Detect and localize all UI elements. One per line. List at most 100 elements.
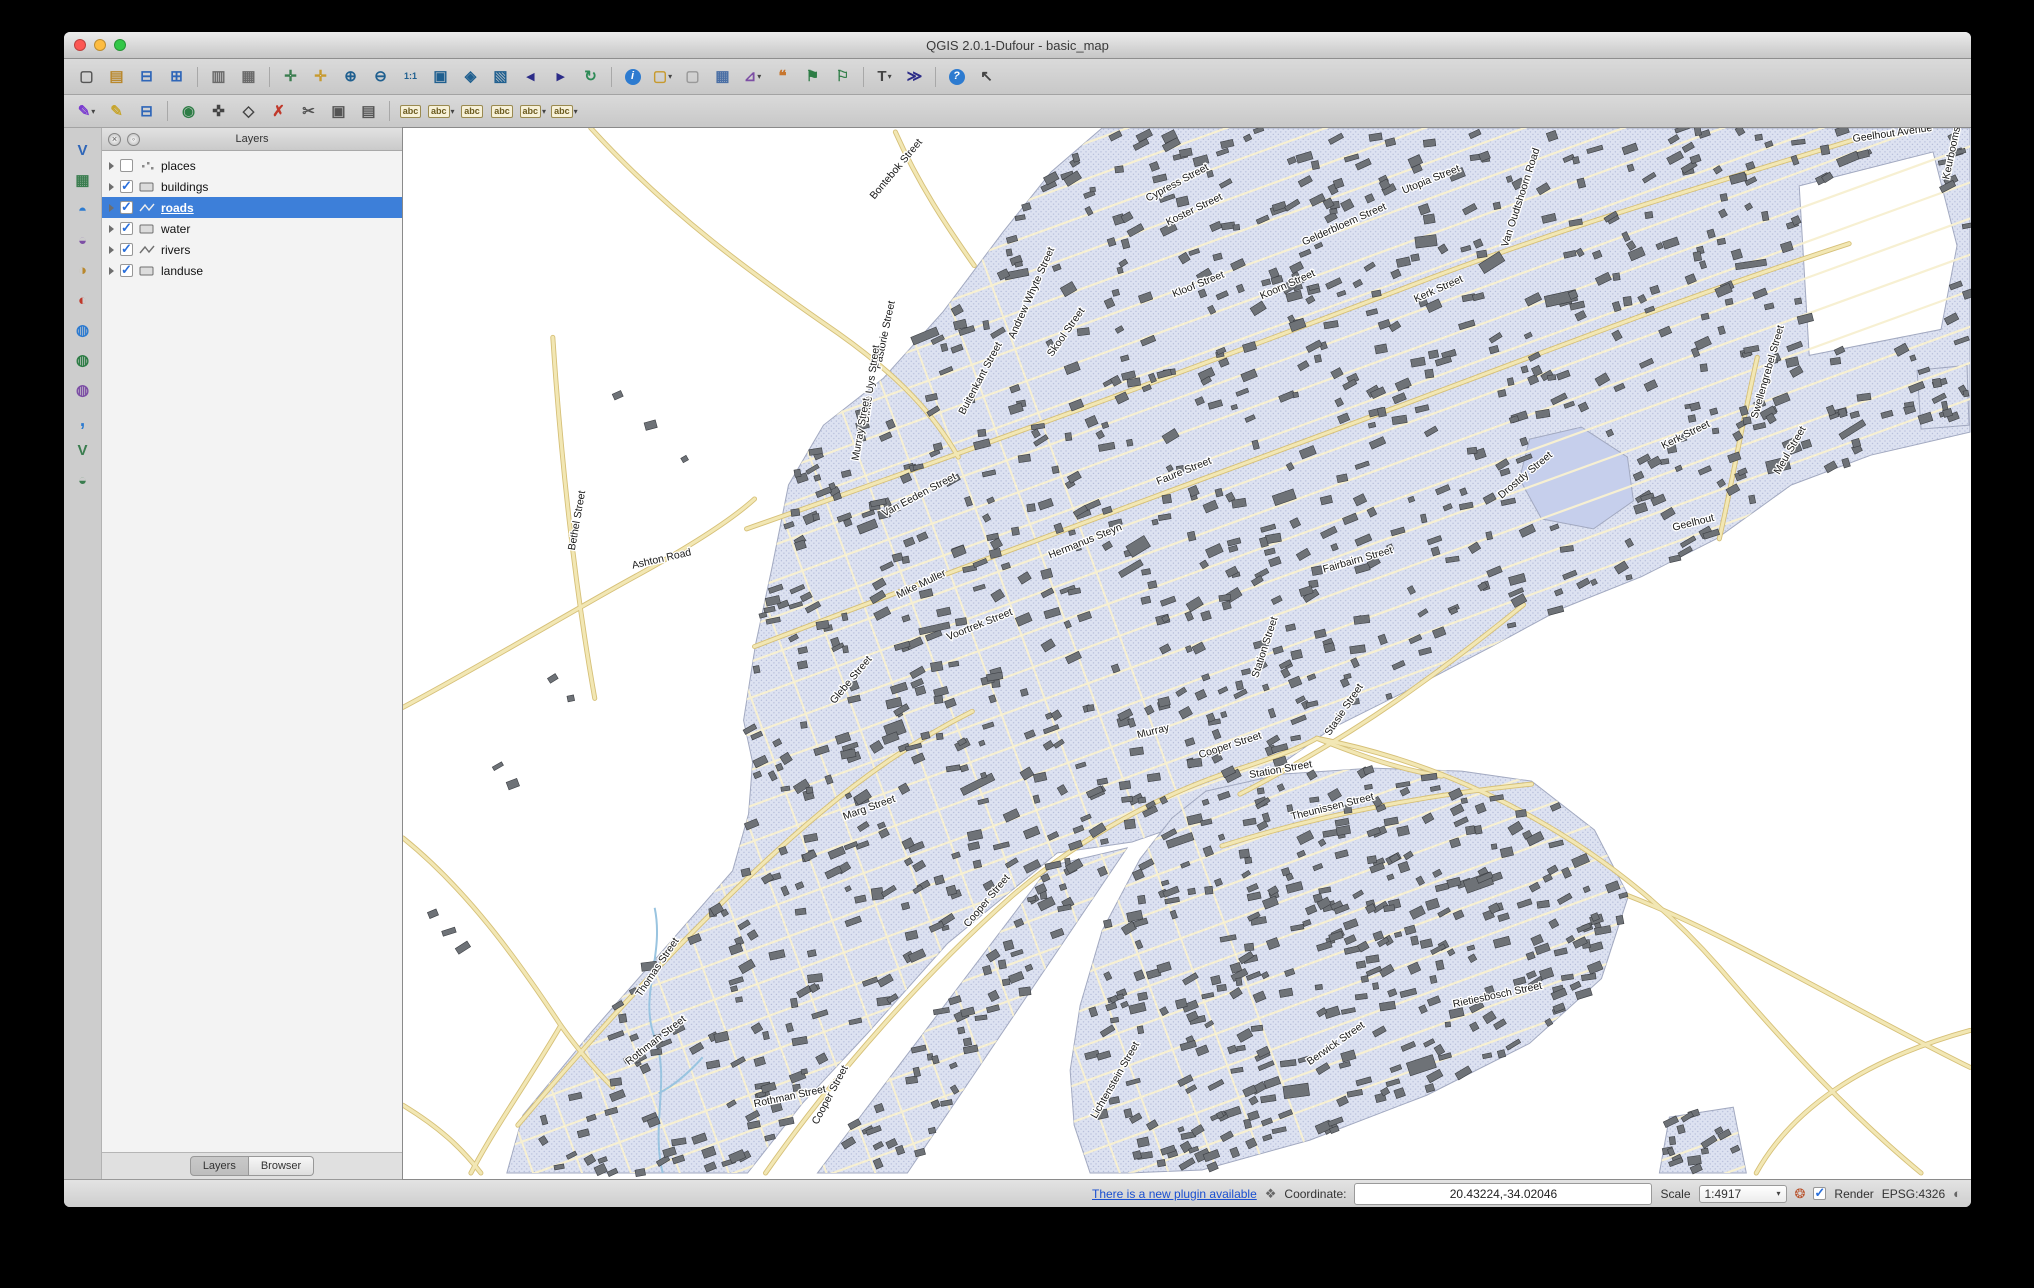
layer-item-buildings[interactable]: buildings: [102, 176, 402, 197]
composer-manager-button[interactable]: ▦: [234, 64, 263, 90]
save-project-as-button[interactable]: ⊞: [162, 64, 191, 90]
layer-labeling-options-button[interactable]: abc: [396, 98, 425, 124]
layer-item-roads[interactable]: roads: [102, 197, 402, 218]
open-attribute-table-button[interactable]: ▦: [708, 64, 737, 90]
zoom-actual-button[interactable]: 1:1: [396, 64, 425, 90]
coordinate-input[interactable]: [1354, 1183, 1652, 1205]
dropdown-caret-icon[interactable]: ▾: [91, 107, 95, 116]
layer-item-landuse[interactable]: landuse: [102, 260, 402, 281]
dropdown-caret-icon[interactable]: ▾: [888, 72, 892, 81]
show-bookmarks-button[interactable]: ⚐: [828, 64, 857, 90]
python-console-button[interactable]: ≫: [900, 64, 929, 90]
help-contents-button[interactable]: ?: [942, 64, 971, 90]
toggle-editing-button[interactable]: ✎: [102, 98, 131, 124]
copy-features-button[interactable]: ▣: [324, 98, 353, 124]
dropdown-caret-icon[interactable]: ▾: [668, 72, 672, 81]
cut-features-button[interactable]: ✂: [294, 98, 323, 124]
layer-item-water[interactable]: water: [102, 218, 402, 239]
label-move-button[interactable]: abc: [488, 98, 517, 124]
layer-visibility-checkbox[interactable]: [120, 264, 133, 277]
tab-layers[interactable]: Layers: [190, 1156, 249, 1176]
expander-icon[interactable]: [109, 162, 114, 170]
pan-map-button[interactable]: ✛: [276, 64, 305, 90]
add-vector-layer-button[interactable]: V: [69, 138, 97, 163]
select-features-button[interactable]: ▢▾: [648, 64, 677, 90]
close-button[interactable]: [74, 39, 86, 51]
layer-visibility-checkbox[interactable]: [120, 180, 133, 193]
save-layer-edits-button[interactable]: ⊟: [132, 98, 161, 124]
measure-line-button[interactable]: ⊿▾: [738, 64, 767, 90]
new-spatialite-layer-button[interactable]: ◒: [69, 468, 97, 493]
layer-item-places[interactable]: places: [102, 155, 402, 176]
expander-icon[interactable]: [109, 225, 114, 233]
zoom-last-button[interactable]: ◂: [516, 64, 545, 90]
float-panel-button[interactable]: ◦: [127, 133, 140, 146]
node-tool-button[interactable]: ◇: [234, 98, 263, 124]
identify-features-button[interactable]: i: [618, 64, 647, 90]
label-change-properties-button[interactable]: abc▾: [549, 98, 580, 124]
zoom-in-button[interactable]: ⊕: [336, 64, 365, 90]
delete-selected-button[interactable]: ✗: [264, 98, 293, 124]
add-wcs-layer-button[interactable]: ◍: [69, 348, 97, 373]
add-spatialite-layer-button[interactable]: ◒: [69, 228, 97, 253]
add-mssql-layer-button[interactable]: ◑: [69, 258, 97, 283]
minimize-button[interactable]: [94, 39, 106, 51]
add-oracle-layer-button[interactable]: ◐: [69, 288, 97, 313]
refresh-map-button[interactable]: ↻: [576, 64, 605, 90]
text-annotation-button[interactable]: T▾: [870, 64, 899, 90]
expander-icon[interactable]: [109, 204, 114, 212]
plugin-icon[interactable]: ❖: [1265, 1186, 1277, 1202]
title-bar[interactable]: QGIS 2.0.1-Dufour - basic_map: [64, 32, 1971, 59]
close-panel-button[interactable]: ×: [108, 133, 121, 146]
label-rotate-button[interactable]: abc▾: [518, 98, 549, 124]
add-raster-layer-button[interactable]: ▦: [69, 168, 97, 193]
whats-this-button[interactable]: ↖: [972, 64, 1001, 90]
dropdown-caret-icon[interactable]: ▾: [757, 72, 761, 81]
layer-visibility-checkbox[interactable]: [120, 243, 133, 256]
scale-combo[interactable]: 1:4917 ▾: [1699, 1185, 1787, 1203]
open-project-button[interactable]: ▤: [102, 64, 131, 90]
pan-to-selection-button[interactable]: ✛: [306, 64, 335, 90]
layer-visibility-checkbox[interactable]: [120, 222, 133, 235]
crs-status-icon[interactable]: ◐: [1953, 1186, 1961, 1201]
paste-features-button[interactable]: ▤: [354, 98, 383, 124]
zoom-to-selection-button[interactable]: ◈: [456, 64, 485, 90]
dropdown-caret-icon[interactable]: ▾: [574, 107, 578, 116]
new-project-button[interactable]: ▢: [72, 64, 101, 90]
current-edits-button[interactable]: ✎▾: [72, 98, 101, 124]
new-plugin-link[interactable]: There is a new plugin available: [1092, 1187, 1257, 1201]
add-delimited-text-layer-button[interactable]: ,: [69, 408, 97, 433]
layers-panel-header[interactable]: × ◦ Layers: [102, 128, 402, 151]
layer-visibility-checkbox[interactable]: [120, 159, 133, 172]
layer-visibility-checkbox[interactable]: [120, 201, 133, 214]
save-project-button[interactable]: ⊟: [132, 64, 161, 90]
tab-browser[interactable]: Browser: [249, 1156, 314, 1176]
expander-icon[interactable]: [109, 267, 114, 275]
zoom-button[interactable]: [114, 39, 126, 51]
zoom-out-button[interactable]: ⊖: [366, 64, 395, 90]
chevron-down-icon[interactable]: ▾: [1776, 1189, 1780, 1198]
label-highlight-pinned-button[interactable]: abc: [458, 98, 487, 124]
new-bookmark-button[interactable]: ⚑: [798, 64, 827, 90]
stop-render-icon[interactable]: ❂: [1795, 1186, 1806, 1202]
dropdown-caret-icon[interactable]: ▾: [451, 107, 455, 116]
expander-icon[interactable]: [109, 183, 114, 191]
dropdown-caret-icon[interactable]: ▾: [542, 107, 546, 116]
map-tips-button[interactable]: ❝: [768, 64, 797, 90]
render-checkbox[interactable]: [1813, 1187, 1826, 1200]
new-shapefile-layer-button[interactable]: V: [69, 438, 97, 463]
new-print-composer-button[interactable]: ▥: [204, 64, 233, 90]
add-wms-layer-button[interactable]: ◍: [69, 318, 97, 343]
add-wfs-layer-button[interactable]: ◍: [69, 378, 97, 403]
label-pin-unpin-button[interactable]: abc▾: [426, 98, 457, 124]
zoom-next-button[interactable]: ▸: [546, 64, 575, 90]
move-feature-button[interactable]: ✜: [204, 98, 233, 124]
deselect-features-button[interactable]: ▢: [678, 64, 707, 90]
expander-icon[interactable]: [109, 246, 114, 254]
add-postgis-layer-button[interactable]: ◓: [69, 198, 97, 223]
map-canvas[interactable]: Geelhout AvenueKeurboomstraatVan Oudtsho…: [403, 128, 1971, 1179]
add-feature-button[interactable]: ◉: [174, 98, 203, 124]
layer-item-rivers[interactable]: rivers: [102, 239, 402, 260]
zoom-full-extent-button[interactable]: ▣: [426, 64, 455, 90]
zoom-to-layer-button[interactable]: ▧: [486, 64, 515, 90]
